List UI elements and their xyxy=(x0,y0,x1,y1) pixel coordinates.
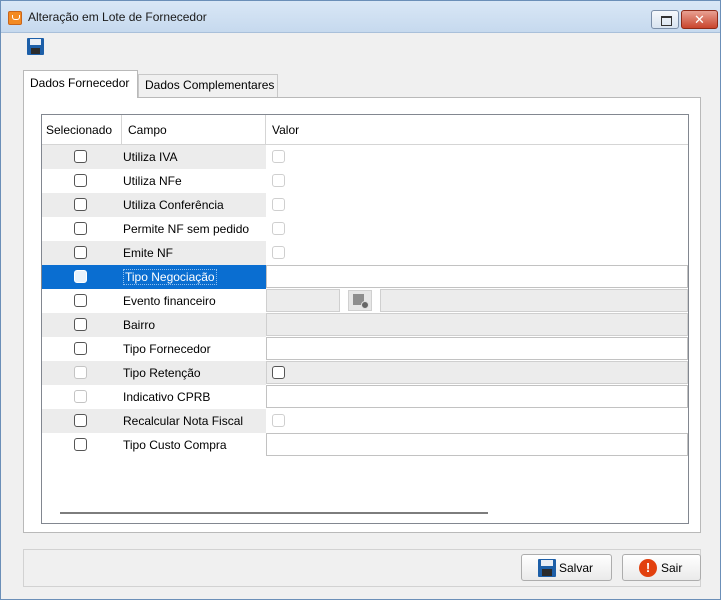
main-window: Alteração em Lote de Fornecedor ✕ Dados … xyxy=(0,0,721,600)
table-row[interactable]: Tipo Custo Compra xyxy=(42,433,688,457)
app-icon xyxy=(8,11,22,25)
field-name: Tipo Retenção xyxy=(122,361,266,385)
close-button[interactable]: ✕ xyxy=(681,10,718,29)
field-name: Permite NF sem pedido xyxy=(123,222,250,236)
grid-header: Selecionado Campo Valor xyxy=(42,115,688,145)
value-input[interactable] xyxy=(266,313,688,336)
value-input[interactable] xyxy=(266,433,688,456)
value-checkbox[interactable] xyxy=(272,246,285,259)
value-input[interactable] xyxy=(266,337,688,360)
value-input[interactable] xyxy=(266,385,688,408)
value-checkbox[interactable] xyxy=(272,150,285,163)
select-checkbox[interactable] xyxy=(74,438,87,451)
field-name: Tipo Custo Compra xyxy=(123,438,227,452)
field-name: Bairro xyxy=(122,313,266,337)
column-header-selecionado[interactable]: Selecionado xyxy=(42,115,122,145)
select-checkbox[interactable] xyxy=(74,294,87,307)
value-description-input[interactable] xyxy=(380,289,688,312)
save-button[interactable]: Salvar xyxy=(521,554,612,581)
exit-button[interactable]: ! Sair xyxy=(622,554,701,581)
lookup-search-icon[interactable] xyxy=(348,290,372,311)
field-name: Tipo Fornecedor xyxy=(123,342,211,356)
table-row[interactable]: Bairro xyxy=(42,313,688,337)
exit-icon: ! xyxy=(639,559,657,577)
table-row[interactable]: Tipo Fornecedor xyxy=(42,337,688,361)
value-checkbox[interactable] xyxy=(272,198,285,211)
title-bar: Alteração em Lote de Fornecedor ✕ xyxy=(1,1,720,33)
floppy-disk-icon xyxy=(538,559,556,577)
value-checkbox[interactable] xyxy=(272,222,285,235)
table-row[interactable]: Indicativo CPRB xyxy=(42,385,688,409)
select-checkbox[interactable] xyxy=(74,246,87,259)
select-checkbox[interactable] xyxy=(74,222,87,235)
field-name: Emite NF xyxy=(122,241,266,265)
toolbar-save-icon[interactable] xyxy=(27,38,44,55)
table-row[interactable]: Emite NF xyxy=(42,241,688,265)
field-name: Evento financeiro xyxy=(123,294,216,308)
value-code-input[interactable] xyxy=(266,289,340,312)
select-checkbox[interactable] xyxy=(74,174,87,187)
table-row[interactable]: Permite NF sem pedido xyxy=(42,217,688,241)
column-header-campo[interactable]: Campo xyxy=(122,115,266,145)
value-checkbox[interactable] xyxy=(272,174,285,187)
select-checkbox[interactable] xyxy=(74,198,87,211)
restore-button[interactable] xyxy=(651,10,679,29)
close-icon: ✕ xyxy=(694,12,705,27)
field-name: Indicativo CPRB xyxy=(123,390,211,404)
table-row[interactable]: Utiliza NFe xyxy=(42,169,688,193)
tab-dados-complementares[interactable]: Dados Complementares xyxy=(138,74,278,97)
field-name: Tipo Negociação xyxy=(122,265,266,289)
field-name: Utiliza IVA xyxy=(122,145,266,169)
select-checkbox[interactable] xyxy=(74,414,87,427)
select-checkbox[interactable] xyxy=(74,318,87,331)
column-header-valor[interactable]: Valor xyxy=(266,115,688,145)
table-row[interactable]: Tipo Retenção xyxy=(42,361,688,385)
table-row[interactable]: Tipo Negociação xyxy=(42,265,688,289)
value-input[interactable] xyxy=(266,265,688,288)
field-name: Utiliza NFe xyxy=(123,174,182,188)
table-row[interactable]: Recalcular Nota Fiscal xyxy=(42,409,688,433)
value-checkbox[interactable] xyxy=(272,366,285,379)
select-checkbox[interactable] xyxy=(74,150,87,163)
tab-dados-fornecedor[interactable]: Dados Fornecedor xyxy=(23,70,138,98)
table-row[interactable]: Evento financeiro xyxy=(42,289,688,313)
horizontal-scrollbar[interactable] xyxy=(60,512,488,514)
value-checkbox[interactable] xyxy=(272,414,285,427)
select-checkbox[interactable] xyxy=(74,342,87,355)
select-checkbox[interactable] xyxy=(74,366,87,379)
select-checkbox[interactable] xyxy=(74,270,87,283)
field-name: Recalcular Nota Fiscal xyxy=(122,409,266,433)
tab-panel: Selecionado Campo Valor Utiliza IVA Util… xyxy=(23,97,701,533)
window-title: Alteração em Lote de Fornecedor xyxy=(28,10,207,24)
field-name: Utiliza Conferência xyxy=(122,193,266,217)
table-row[interactable]: Utiliza Conferência xyxy=(42,193,688,217)
fields-grid: Selecionado Campo Valor Utiliza IVA Util… xyxy=(41,114,689,524)
select-checkbox[interactable] xyxy=(74,390,87,403)
table-row[interactable]: Utiliza IVA xyxy=(42,145,688,169)
